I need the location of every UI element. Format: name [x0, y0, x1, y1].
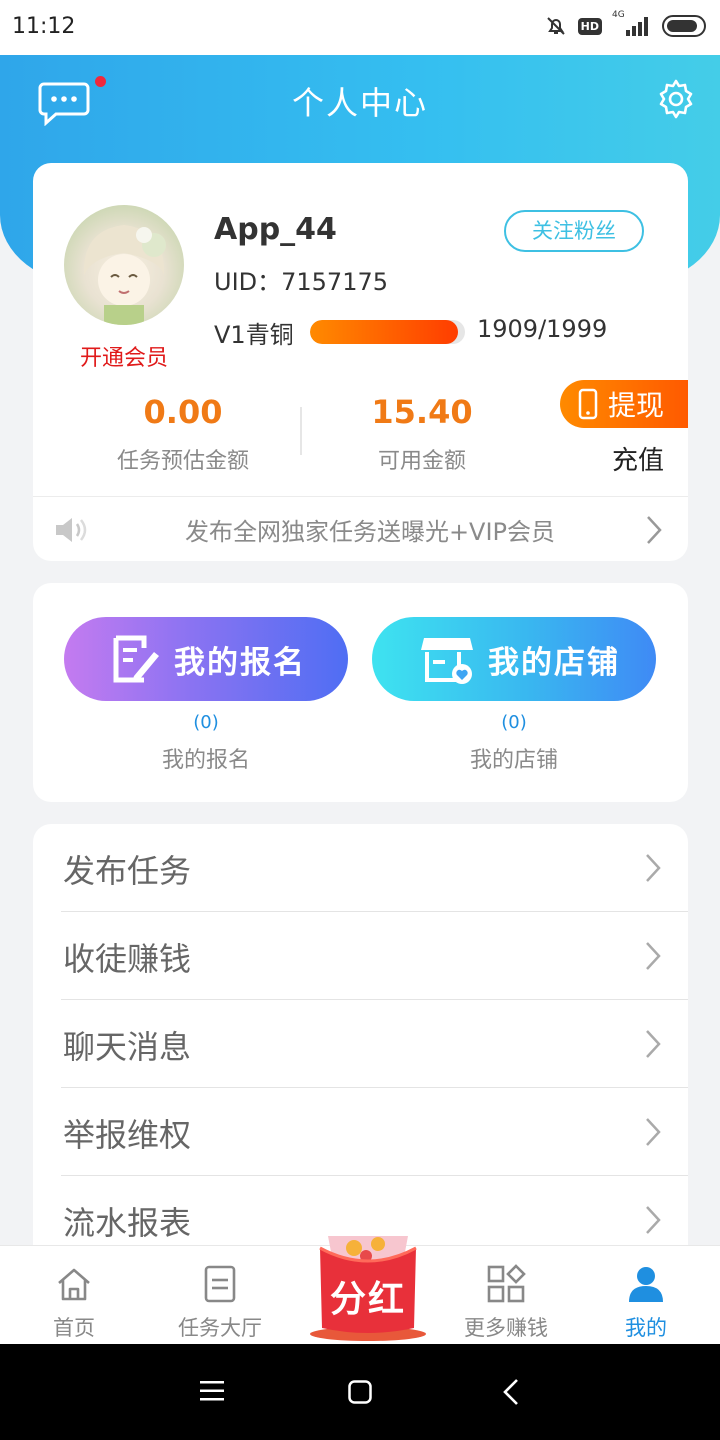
notice-banner-text[interactable]: 发布全网独家任务送曝光+VIP会员: [120, 512, 620, 547]
tab-task-hall-label: 任务大厅: [178, 1316, 262, 1340]
menu-item-recruit-earn[interactable]: 收徒赚钱: [33, 912, 688, 1000]
menu-item-label: 聊天消息: [63, 1028, 192, 1066]
applications-count: (0): [193, 712, 219, 733]
bell-muted-icon: [546, 17, 565, 35]
tab-mine[interactable]: 我的: [586, 1246, 706, 1345]
menu-icon[interactable]: [200, 1380, 224, 1402]
my-shop-button[interactable]: 我的店铺: [372, 617, 656, 701]
stat-divider: [300, 407, 302, 455]
status-bar: 11:12 HD 4G: [0, 0, 720, 55]
notice-divider: [33, 496, 688, 497]
chevron-right-icon[interactable]: [644, 514, 664, 546]
hd-badge: HD: [577, 17, 602, 35]
document-icon: [204, 1265, 236, 1303]
tab-more-earn[interactable]: 更多赚钱: [446, 1246, 566, 1345]
withdraw-label: 提现: [608, 389, 665, 422]
signal-icon: 4G: [612, 10, 652, 38]
level-progress-bar: [310, 320, 465, 344]
estimated-amount-value: 0.00: [143, 393, 223, 431]
speaker-icon: [56, 518, 87, 542]
status-icons: HD 4G: [544, 10, 708, 38]
menu-item-label: 收徒赚钱: [63, 940, 192, 978]
edit-form-icon: [113, 635, 159, 683]
chevron-right-icon: [646, 942, 661, 970]
battery-icon: [662, 15, 706, 37]
level-count: 1909/1999: [477, 315, 608, 343]
avatar[interactable]: [64, 205, 184, 325]
system-navigation-bar: [0, 1344, 720, 1440]
recharge-button[interactable]: 充值: [612, 440, 664, 477]
phone-icon: [578, 388, 598, 420]
menu-item-label: 发布任务: [63, 852, 192, 890]
follow-fans-button[interactable]: 关注粉丝: [504, 210, 644, 252]
shop-icon: [421, 638, 473, 684]
withdraw-button[interactable]: 提现: [560, 380, 688, 428]
dividend-label: 分红: [329, 1279, 406, 1320]
uid-value: 7157175: [281, 268, 389, 296]
network-type: 4G: [612, 10, 625, 20]
my-shop-button-label: 我的店铺: [488, 644, 620, 681]
tab-task-hall[interactable]: 任务大厅: [160, 1246, 280, 1345]
chevron-right-icon: [646, 1118, 661, 1146]
message-icon[interactable]: [38, 80, 90, 126]
page-title: 个人中心: [291, 84, 428, 122]
tab-home-label: 首页: [53, 1316, 95, 1340]
level-label: V1青铜: [214, 321, 294, 349]
menu-list: 发布任务 收徒赚钱 聊天消息 举报维权 流水报表: [33, 824, 688, 1264]
level-progress-fill: [310, 320, 459, 344]
menu-item-chat-messages[interactable]: 聊天消息: [33, 1000, 688, 1088]
back-icon[interactable]: [502, 1378, 520, 1406]
estimated-amount-label: 任务预估金额: [116, 449, 249, 474]
chevron-right-icon: [646, 1030, 661, 1058]
applications-label: 我的报名: [161, 748, 250, 773]
tab-mine-label: 我的: [625, 1316, 667, 1340]
user-icon: [629, 1267, 663, 1302]
tab-more-earn-label: 更多赚钱: [464, 1316, 548, 1340]
uid-label: UID：: [214, 268, 282, 296]
chevron-right-icon: [646, 1206, 661, 1234]
my-applications-button-label: 我的报名: [174, 644, 306, 681]
grid-icon: [487, 1264, 526, 1303]
menu-item-label: 举报维权: [63, 1116, 192, 1154]
menu-item-publish-task[interactable]: 发布任务: [33, 824, 688, 912]
unread-dot: [95, 76, 106, 87]
menu-item-report-rights[interactable]: 举报维权: [33, 1088, 688, 1176]
home-square-icon[interactable]: [348, 1380, 372, 1404]
shop-count: (0): [501, 712, 527, 733]
available-amount-value: 15.40: [371, 393, 473, 431]
status-time: 11:12: [12, 14, 76, 39]
shop-label: 我的店铺: [469, 748, 558, 773]
username: App_44: [214, 212, 337, 247]
my-applications-button[interactable]: 我的报名: [64, 617, 348, 701]
available-amount-label: 可用金额: [377, 449, 466, 474]
home-icon: [58, 1268, 90, 1301]
gear-icon[interactable]: [655, 78, 697, 120]
menu-item-label: 流水报表: [63, 1204, 192, 1242]
uid-row: UID：7157175: [214, 262, 388, 297]
chevron-right-icon: [646, 854, 661, 882]
tab-home[interactable]: 首页: [14, 1246, 134, 1345]
open-vip-link[interactable]: 开通会员: [64, 340, 184, 372]
